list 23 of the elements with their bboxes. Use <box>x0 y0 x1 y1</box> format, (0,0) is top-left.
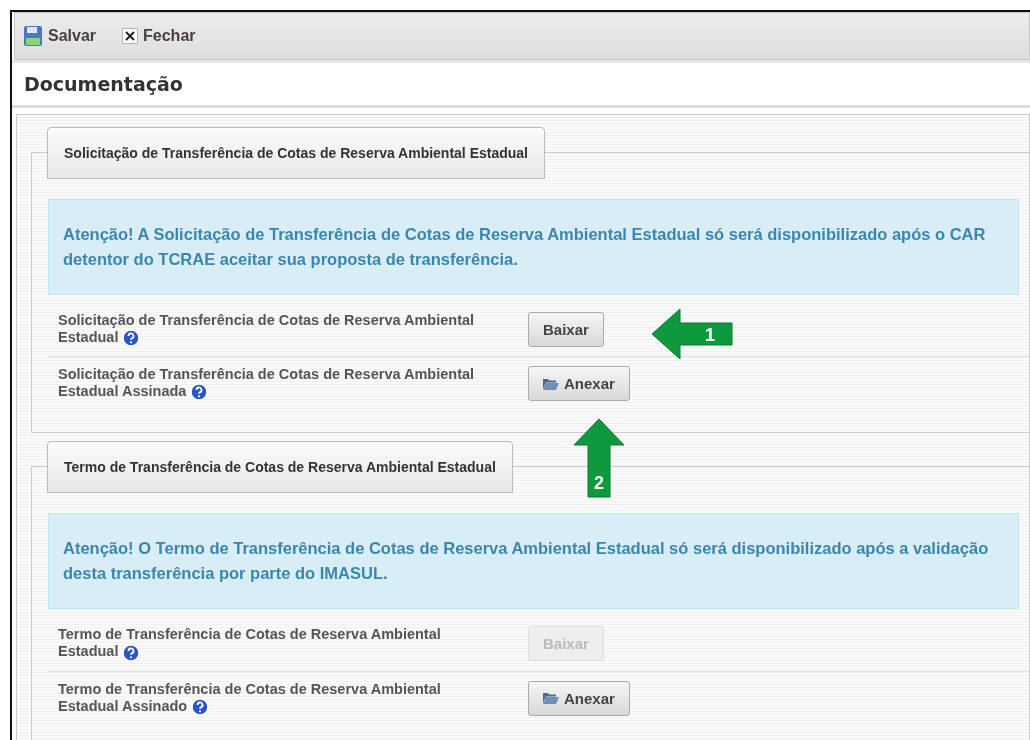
page-title: Documentação <box>12 60 1030 108</box>
help-icon[interactable] <box>191 697 210 716</box>
section-header: Termo de Transferência de Cotas de Reserva Ambiental Estadual <box>47 441 513 494</box>
folder-icon <box>543 692 559 705</box>
notice-message: Atenção! A Solicitação de Transferência de Cotas de Reserva Ambiental Estadual só será disponibilizado após o CAR detentor do TCRAE aceitar sua proposta de transferência. <box>48 199 1019 295</box>
section-header: Solicitação de Transferência de Cotas de Reserva Ambiental Estadual <box>47 127 545 179</box>
attach-button[interactable]: Anexar <box>528 680 630 716</box>
close-icon <box>122 28 139 44</box>
document-label: Termo de Transferência de Cotas de Reserva Ambiental Estadual <box>58 626 442 662</box>
help-icon[interactable] <box>122 643 141 662</box>
folder-icon <box>543 377 559 390</box>
attach-button[interactable]: Anexar <box>528 366 630 402</box>
download-button[interactable]: Baixar <box>528 312 604 348</box>
document-label: Termo de Transferência de Cotas de Reserva Ambiental Estadual Assinado <box>58 680 442 716</box>
help-icon[interactable] <box>190 383 209 402</box>
document-label: Solicitação de Transferência de Cotas de Reserva Ambiental Estadual Assinada <box>58 366 476 402</box>
document-label: Solicitação de Transferência de Cotas de Reserva Ambiental Estadual <box>58 312 528 348</box>
help-icon[interactable] <box>122 329 141 348</box>
arrow-callout: 2 <box>574 419 624 497</box>
save-button[interactable]: Salvar <box>23 25 97 47</box>
close-button[interactable]: Fechar <box>122 27 196 45</box>
notice-message: Atenção! O Termo de Transferência de Cotas de Reserva Ambiental Estadual só será disponibilizado após a validação desta transferência por parte do IMASUL. <box>48 513 1019 610</box>
arrow-callout: 1 <box>652 309 732 359</box>
